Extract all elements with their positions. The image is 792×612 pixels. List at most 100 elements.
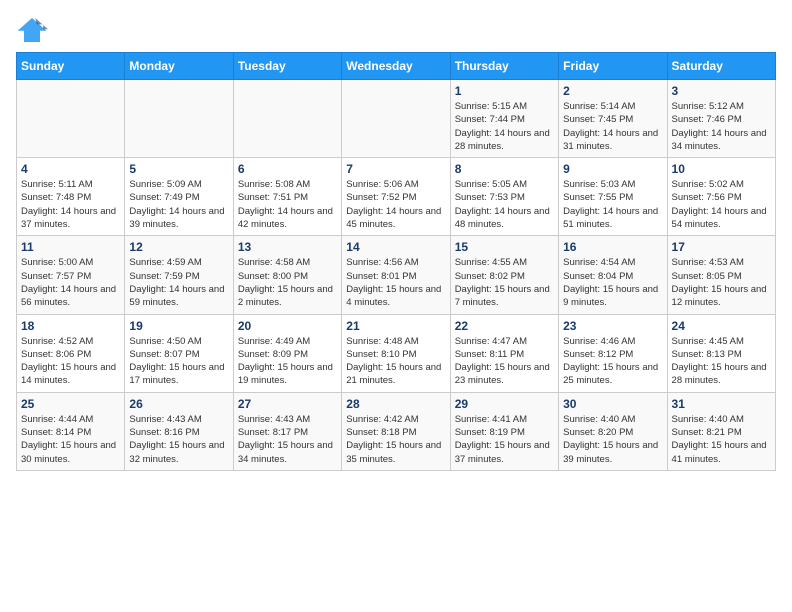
- calendar-day-cell: 15 Sunrise: 4:55 AMSunset: 8:02 PMDayligh…: [450, 236, 558, 314]
- day-info: Sunrise: 5:05 AMSunset: 7:53 PMDaylight:…: [455, 178, 554, 231]
- day-info: Sunrise: 4:40 AMSunset: 8:21 PMDaylight:…: [672, 413, 771, 466]
- day-number: 10: [672, 162, 771, 176]
- calendar-day-cell: 22 Sunrise: 4:47 AMSunset: 8:11 PMDayligh…: [450, 314, 558, 392]
- calendar-week-row: 4Sunrise: 5:11 AMSunset: 7:48 PMDaylight…: [17, 158, 776, 236]
- calendar-day-cell: 5 Sunrise: 5:09 AMSunset: 7:49 PMDaylight…: [125, 158, 233, 236]
- calendar-week-row: 1Sunrise: 5:15 AMSunset: 7:44 PMDaylight…: [17, 80, 776, 158]
- day-number: 20: [238, 319, 337, 333]
- weekday-header: Thursday: [450, 53, 558, 80]
- day-number: 15: [455, 240, 554, 254]
- day-info: Sunrise: 5:00 AMSunset: 7:57 PMDaylight:…: [21, 256, 120, 309]
- day-info: Sunrise: 4:42 AMSunset: 8:18 PMDaylight:…: [346, 413, 445, 466]
- day-info: Sunrise: 5:02 AMSunset: 7:56 PMDaylight:…: [672, 178, 771, 231]
- day-number: 18: [21, 319, 120, 333]
- calendar-day-cell: 4Sunrise: 5:11 AMSunset: 7:48 PMDaylight…: [17, 158, 125, 236]
- calendar-day-cell: 25Sunrise: 4:44 AMSunset: 8:14 PMDayligh…: [17, 392, 125, 470]
- day-info: Sunrise: 4:56 AMSunset: 8:01 PMDaylight:…: [346, 256, 445, 309]
- day-info: Sunrise: 4:54 AMSunset: 8:04 PMDaylight:…: [563, 256, 662, 309]
- calendar-day-cell: 30 Sunrise: 4:40 AMSunset: 8:20 PMDayligh…: [559, 392, 667, 470]
- day-number: 30: [563, 397, 662, 411]
- calendar-day-cell: 18 Sunrise: 4:52 AMSunset: 8:06 PMDayligh…: [17, 314, 125, 392]
- day-number: 26: [129, 397, 228, 411]
- calendar-day-cell: 28Sunrise: 4:42 AMSunset: 8:18 PMDayligh…: [342, 392, 450, 470]
- calendar-day-cell: 7 Sunrise: 5:06 AMSunset: 7:52 PMDaylight…: [342, 158, 450, 236]
- weekday-header: Wednesday: [342, 53, 450, 80]
- day-number: 8: [455, 162, 554, 176]
- day-number: 21: [346, 319, 445, 333]
- calendar-day-cell: 19 Sunrise: 4:50 AMSunset: 8:07 PMDayligh…: [125, 314, 233, 392]
- calendar-day-cell: 9 Sunrise: 5:03 AMSunset: 7:55 PMDaylight…: [559, 158, 667, 236]
- day-number: 14: [346, 240, 445, 254]
- day-info: Sunrise: 4:45 AMSunset: 8:13 PMDaylight:…: [672, 335, 771, 388]
- day-info: Sunrise: 4:43 AMSunset: 8:17 PMDaylight:…: [238, 413, 337, 466]
- calendar-day-cell: 3 Sunrise: 5:12 AMSunset: 7:46 PMDaylight…: [667, 80, 775, 158]
- day-info: Sunrise: 5:03 AMSunset: 7:55 PMDaylight:…: [563, 178, 662, 231]
- day-info: Sunrise: 4:41 AMSunset: 8:19 PMDaylight:…: [455, 413, 554, 466]
- calendar-day-cell: [233, 80, 341, 158]
- day-number: 13: [238, 240, 337, 254]
- day-info: Sunrise: 4:53 AMSunset: 8:05 PMDaylight:…: [672, 256, 771, 309]
- calendar-day-cell: 14 Sunrise: 4:56 AMSunset: 8:01 PMDayligh…: [342, 236, 450, 314]
- day-info: Sunrise: 5:06 AMSunset: 7:52 PMDaylight:…: [346, 178, 445, 231]
- logo-icon: [16, 16, 48, 44]
- day-info: Sunrise: 4:55 AMSunset: 8:02 PMDaylight:…: [455, 256, 554, 309]
- day-number: 6: [238, 162, 337, 176]
- day-number: 11: [21, 240, 120, 254]
- weekday-header-row: SundayMondayTuesdayWednesdayThursdayFrid…: [17, 53, 776, 80]
- day-number: 22: [455, 319, 554, 333]
- day-number: 17: [672, 240, 771, 254]
- day-info: Sunrise: 4:50 AMSunset: 8:07 PMDaylight:…: [129, 335, 228, 388]
- day-info: Sunrise: 5:14 AMSunset: 7:45 PMDaylight:…: [563, 100, 662, 153]
- calendar-day-cell: 1Sunrise: 5:15 AMSunset: 7:44 PMDaylight…: [450, 80, 558, 158]
- day-info: Sunrise: 4:46 AMSunset: 8:12 PMDaylight:…: [563, 335, 662, 388]
- logo: [16, 16, 52, 44]
- calendar-day-cell: 12Sunrise: 4:59 AMSunset: 7:59 PMDayligh…: [125, 236, 233, 314]
- calendar-week-row: 25Sunrise: 4:44 AMSunset: 8:14 PMDayligh…: [17, 392, 776, 470]
- day-number: 23: [563, 319, 662, 333]
- weekday-header: Tuesday: [233, 53, 341, 80]
- day-info: Sunrise: 4:49 AMSunset: 8:09 PMDaylight:…: [238, 335, 337, 388]
- calendar-day-cell: 23 Sunrise: 4:46 AMSunset: 8:12 PMDayligh…: [559, 314, 667, 392]
- day-info: Sunrise: 5:12 AMSunset: 7:46 PMDaylight:…: [672, 100, 771, 153]
- calendar-day-cell: 17 Sunrise: 4:53 AMSunset: 8:05 PMDayligh…: [667, 236, 775, 314]
- day-number: 3: [672, 84, 771, 98]
- weekday-header: Saturday: [667, 53, 775, 80]
- calendar-table: SundayMondayTuesdayWednesdayThursdayFrid…: [16, 52, 776, 471]
- day-number: 29: [455, 397, 554, 411]
- day-info: Sunrise: 5:09 AMSunset: 7:49 PMDaylight:…: [129, 178, 228, 231]
- calendar-day-cell: 16 Sunrise: 4:54 AMSunset: 8:04 PMDayligh…: [559, 236, 667, 314]
- weekday-header: Sunday: [17, 53, 125, 80]
- day-info: Sunrise: 4:40 AMSunset: 8:20 PMDaylight:…: [563, 413, 662, 466]
- calendar-week-row: 11 Sunrise: 5:00 AMSunset: 7:57 PMDayligh…: [17, 236, 776, 314]
- calendar-day-cell: [125, 80, 233, 158]
- calendar-day-cell: 10 Sunrise: 5:02 AMSunset: 7:56 PMDayligh…: [667, 158, 775, 236]
- calendar-day-cell: 13 Sunrise: 4:58 AMSunset: 8:00 PMDayligh…: [233, 236, 341, 314]
- calendar-day-cell: 20 Sunrise: 4:49 AMSunset: 8:09 PMDayligh…: [233, 314, 341, 392]
- day-number: 5: [129, 162, 228, 176]
- day-number: 24: [672, 319, 771, 333]
- calendar-day-cell: 11 Sunrise: 5:00 AMSunset: 7:57 PMDayligh…: [17, 236, 125, 314]
- calendar-day-cell: 21 Sunrise: 4:48 AMSunset: 8:10 PMDayligh…: [342, 314, 450, 392]
- page-header: [16, 16, 776, 44]
- weekday-header: Friday: [559, 53, 667, 80]
- day-number: 16: [563, 240, 662, 254]
- day-info: Sunrise: 4:43 AMSunset: 8:16 PMDaylight:…: [129, 413, 228, 466]
- day-number: 9: [563, 162, 662, 176]
- day-info: Sunrise: 4:47 AMSunset: 8:11 PMDaylight:…: [455, 335, 554, 388]
- day-info: Sunrise: 4:48 AMSunset: 8:10 PMDaylight:…: [346, 335, 445, 388]
- calendar-day-cell: 2 Sunrise: 5:14 AMSunset: 7:45 PMDaylight…: [559, 80, 667, 158]
- calendar-day-cell: 26 Sunrise: 4:43 AMSunset: 8:16 PMDayligh…: [125, 392, 233, 470]
- calendar-day-cell: [17, 80, 125, 158]
- calendar-day-cell: 29 Sunrise: 4:41 AMSunset: 8:19 PMDayligh…: [450, 392, 558, 470]
- calendar-day-cell: 31Sunrise: 4:40 AMSunset: 8:21 PMDayligh…: [667, 392, 775, 470]
- day-info: Sunrise: 4:44 AMSunset: 8:14 PMDaylight:…: [21, 413, 120, 466]
- day-info: Sunrise: 5:15 AMSunset: 7:44 PMDaylight:…: [455, 100, 554, 153]
- day-number: 7: [346, 162, 445, 176]
- day-number: 19: [129, 319, 228, 333]
- calendar-day-cell: 27 Sunrise: 4:43 AMSunset: 8:17 PMDayligh…: [233, 392, 341, 470]
- calendar-day-cell: 8 Sunrise: 5:05 AMSunset: 7:53 PMDaylight…: [450, 158, 558, 236]
- day-info: Sunrise: 4:58 AMSunset: 8:00 PMDaylight:…: [238, 256, 337, 309]
- day-number: 27: [238, 397, 337, 411]
- day-number: 2: [563, 84, 662, 98]
- day-info: Sunrise: 4:52 AMSunset: 8:06 PMDaylight:…: [21, 335, 120, 388]
